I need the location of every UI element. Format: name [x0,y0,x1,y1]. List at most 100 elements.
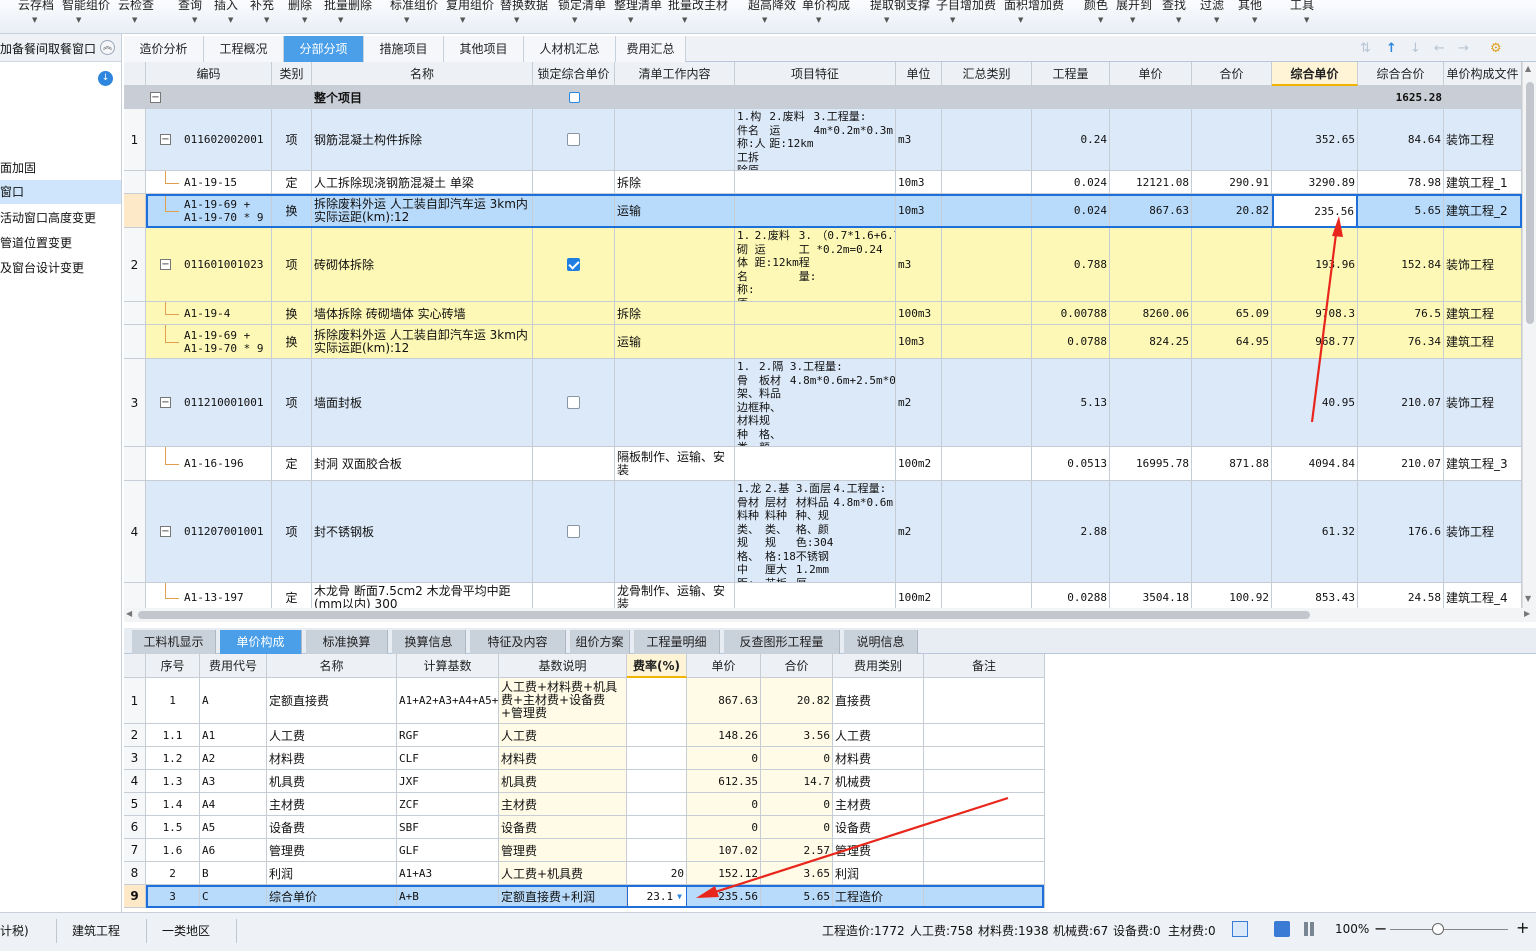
move-up-icon[interactable]: ↑ [1386,41,1397,56]
calc-base-cell[interactable]: RGF [397,724,499,747]
unit-price-cell[interactable]: 3504.18 [1110,583,1192,608]
quantity-cell[interactable]: 0.0513 [1032,447,1110,481]
name-cell[interactable]: 木龙骨 断面7.5cm2 木龙骨平均中距(mm以内) 300 [312,583,533,608]
fee-name-cell[interactable]: 利润 [267,862,397,885]
rate-cell[interactable]: 23.1 ▼ [627,885,687,908]
column-header[interactable]: 工程量 [1032,62,1110,86]
rate-cell[interactable] [627,678,687,724]
scroll-thumb[interactable] [1526,82,1534,324]
price-file-cell[interactable]: 装饰工程 [1444,109,1522,171]
column-header[interactable]: 综合合价 [1358,62,1444,86]
left-tree-item[interactable]: 管道位置变更 [0,231,121,255]
split-view-icon[interactable] [1304,922,1314,936]
summary-category-cell[interactable] [942,447,1032,481]
lock-all-checkbox[interactable] [568,91,580,103]
amount-cell[interactable]: 3.65 [761,862,833,885]
calc-base-cell[interactable]: A1+A2+A3+A4+A5+A6 [397,678,499,724]
type-cell[interactable]: 换 [272,302,312,325]
price-file-cell[interactable]: 建筑工程 [1444,302,1522,325]
name-cell[interactable]: 墙体拆除 砖砌墙体 实心砖墙 [312,302,533,325]
type-cell[interactable]: 项 [272,481,312,583]
dropdown-arrow-icon[interactable]: ▼ [677,892,682,901]
column-header[interactable]: 单价 [687,654,761,678]
amount-cell[interactable] [1192,228,1272,302]
name-cell[interactable]: 砖砌体拆除 [312,228,533,302]
quantity-cell[interactable]: 0.24 [1032,109,1110,171]
fee-name-cell[interactable]: 材料费 [267,747,397,770]
amount-cell[interactable]: 64.95 [1192,325,1272,359]
toolbar-item-12[interactable]: 整理清单 [614,0,662,13]
toolbar-item-17[interactable]: 子目增加费 [936,0,996,13]
amount-cell[interactable] [1192,359,1272,447]
name-cell[interactable]: 钢筋混凝土构件拆除 [312,109,533,171]
fee-category-cell[interactable]: 机械费 [833,770,924,793]
column-header[interactable]: 项目特征 [735,62,896,86]
work-content-cell[interactable] [615,481,735,583]
type-cell[interactable]: 项 [272,109,312,171]
base-description-cell[interactable]: 材料费 [499,747,627,770]
unit-cell[interactable]: 10m3 [896,194,942,228]
unit-cell[interactable]: 100m2 [896,447,942,481]
column-header[interactable]: 单价构成文件 [1444,62,1522,86]
summary-category-cell[interactable] [942,302,1032,325]
summary-category-cell[interactable] [942,194,1032,228]
remark-cell[interactable] [924,862,1045,885]
column-header[interactable]: 汇总类别 [942,62,1032,86]
amount-cell[interactable] [1192,481,1272,583]
work-content-cell[interactable]: 运输 [615,325,735,359]
amount-cell[interactable]: 65.09 [1192,302,1272,325]
sequence-cell[interactable]: 1.2 [146,747,200,770]
name-cell[interactable]: 墙面封板 [312,359,533,447]
detail-tab-5[interactable]: 组价方案 [570,630,630,654]
fee-category-cell[interactable]: 利润 [833,862,924,885]
rate-cell[interactable] [627,770,687,793]
composite-unit-price-cell[interactable]: 61.32 [1272,481,1358,583]
composite-unit-price-cell[interactable]: 352.65 [1272,109,1358,171]
detail-tab-3[interactable]: 换算信息 [392,630,466,654]
quantity-cell[interactable]: 0.00788 [1032,302,1110,325]
collapse-toggle-icon[interactable]: − [160,134,171,145]
tab-6[interactable]: 费用汇总 [616,36,686,62]
lock-checkbox-cell[interactable] [533,109,615,171]
toolbar-item-24[interactable]: 工具 [1290,0,1314,13]
left-tree-item[interactable]: 窗口 [0,180,121,204]
column-header[interactable]: 单价 [1110,62,1192,86]
rate-cell[interactable] [627,839,687,862]
column-header[interactable]: 编码 [146,62,272,86]
unit-price-cell[interactable] [1110,228,1192,302]
unit-price-cell[interactable]: 0 [687,816,761,839]
lock-checkbox-cell[interactable] [533,228,615,302]
unit-price-cell[interactable]: 107.02 [687,839,761,862]
feature-cell[interactable] [735,194,896,228]
feature-cell[interactable] [735,447,896,481]
price-file-cell[interactable]: 装饰工程 [1444,359,1522,447]
detail-tab-2[interactable]: 标准换算 [306,630,388,654]
settings-icon[interactable]: ⚙ [1490,41,1502,56]
column-header[interactable]: 类别 [272,62,312,86]
toolbar-item-3[interactable]: 查询 [178,0,202,13]
tab-4[interactable]: 其他项目 [444,36,524,62]
remark-cell[interactable] [924,839,1045,862]
unit-cell[interactable]: m3 [896,228,942,302]
column-header[interactable]: 备注 [924,654,1045,678]
remark-cell[interactable] [924,793,1045,816]
unit-price-cell[interactable]: 235.56 [687,885,761,908]
base-description-cell[interactable]: 人工费 [499,724,627,747]
amount-cell[interactable]: 3.56 [761,724,833,747]
toolbar-item-13[interactable]: 批量改主材 [668,0,728,13]
detail-tab-1[interactable]: 单价构成 [220,630,302,654]
base-description-cell[interactable]: 人工费+机具费 [499,862,627,885]
fee-category-cell[interactable]: 人工费 [833,724,924,747]
amount-cell[interactable]: 5.65 [761,885,833,908]
move-left-icon[interactable]: ← [1434,41,1445,56]
sequence-cell[interactable]: 1.4 [146,793,200,816]
rate-cell[interactable] [627,816,687,839]
fee-name-cell[interactable]: 机具费 [267,770,397,793]
fee-code-cell[interactable]: C [200,885,267,908]
work-content-cell[interactable] [615,359,735,447]
composite-unit-price-cell[interactable]: 4094.84 [1272,447,1358,481]
fee-name-cell[interactable]: 综合单价 [267,885,397,908]
unit-price-cell[interactable]: 867.63 [687,678,761,724]
collapse-toggle-icon[interactable]: − [160,526,171,537]
fee-category-cell[interactable]: 工程造价 [833,885,924,908]
